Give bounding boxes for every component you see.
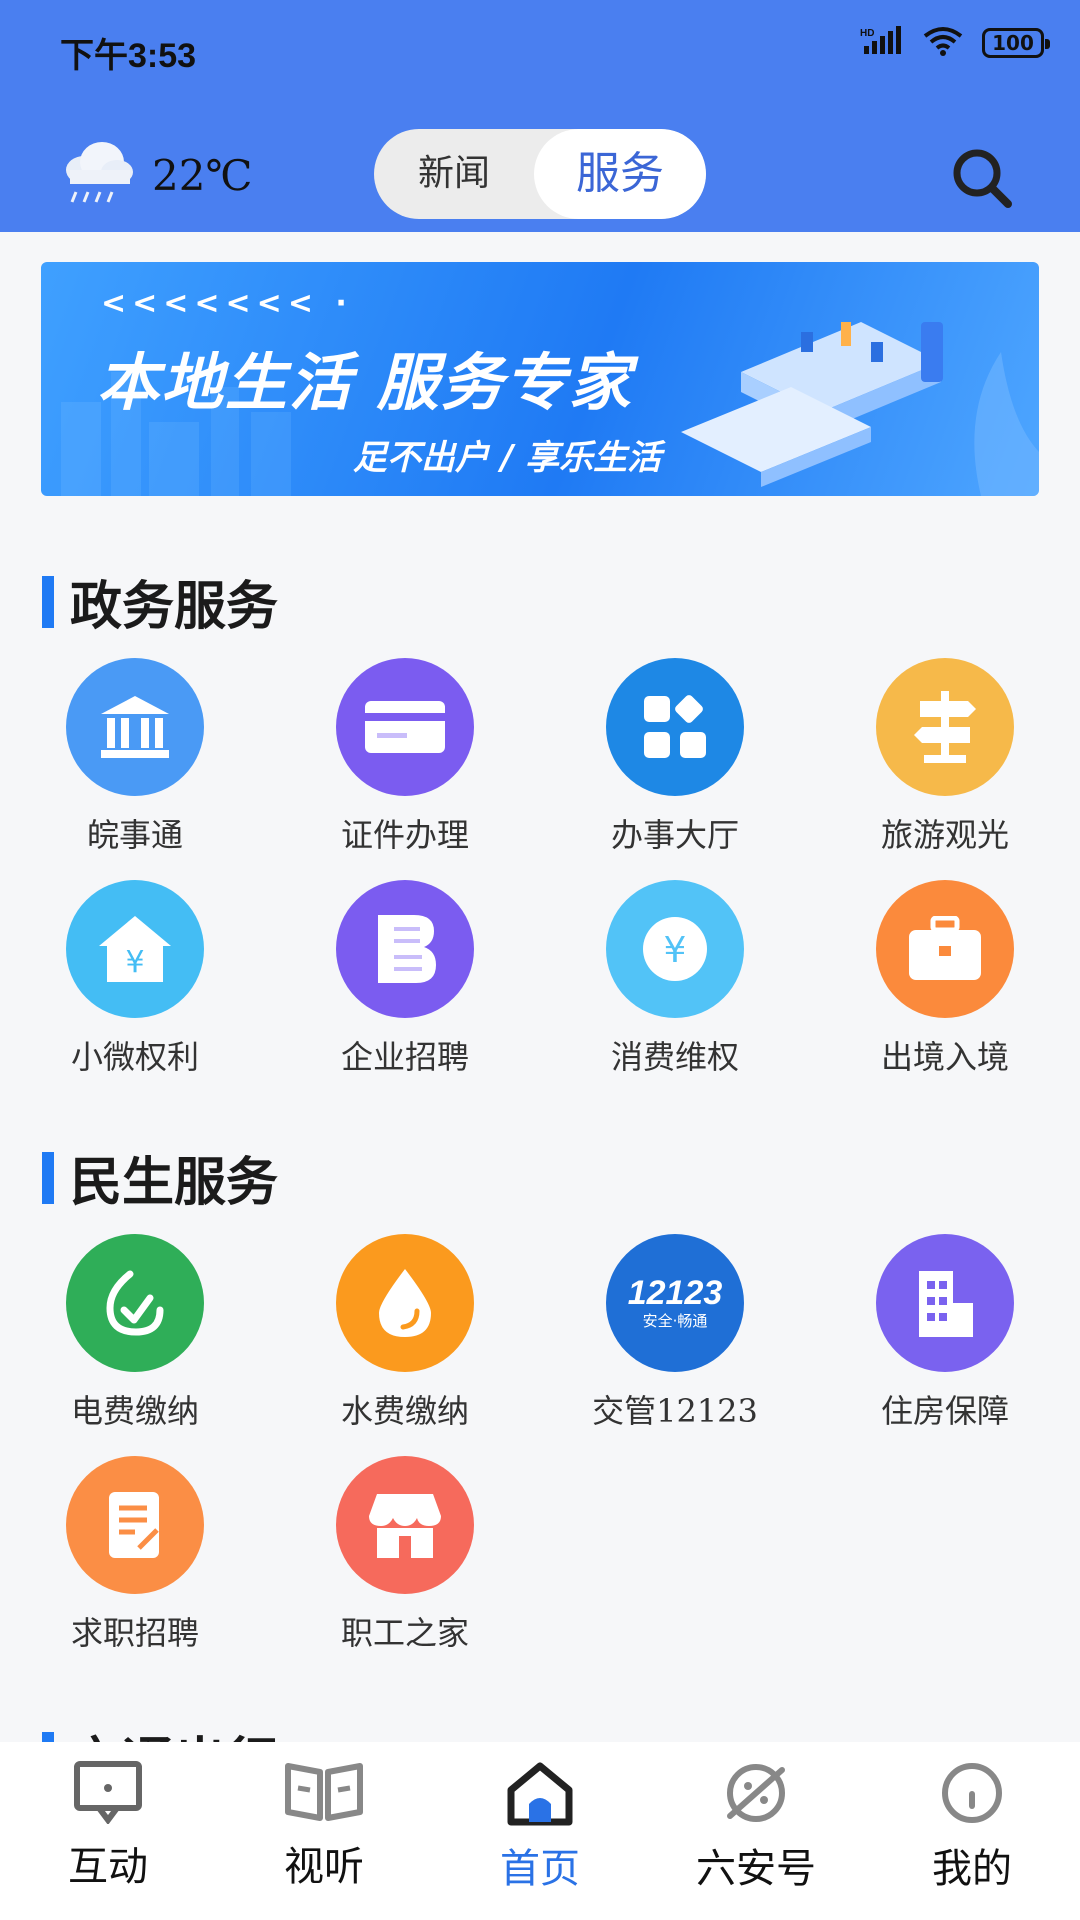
battery-indicator: 100 — [982, 28, 1050, 58]
search-button[interactable] — [950, 146, 1014, 214]
service-label: 求职招聘 — [70, 1614, 199, 1652]
service-exit-entry[interactable]: 出境入境 — [810, 880, 1080, 1078]
service-tourism[interactable]: 旅游观光 — [810, 658, 1080, 856]
house-yen-icon: ¥ — [66, 880, 204, 1018]
news-service-switch: 新闻 服务 — [374, 129, 706, 219]
promo-banner[interactable]: <<<<<<< · 本地生活 服务专家 足不出户 / 享乐生活 — [41, 262, 1039, 496]
signal-icon: HD — [860, 26, 904, 60]
service-label: 交管12123 — [592, 1392, 758, 1430]
signpost-icon — [876, 658, 1014, 796]
banner-subtitle: 足不出户 / 享乐生活 — [353, 438, 662, 478]
tab-news[interactable]: 新闻 — [374, 129, 534, 219]
service-consumer-rights[interactable]: ¥ 消费维权 — [540, 880, 810, 1078]
service-service-hall[interactable]: 办事大厅 — [540, 658, 810, 856]
nav-home[interactable]: 首页 — [450, 1760, 630, 1894]
service-label: 出境入境 — [880, 1038, 1009, 1076]
tab-service[interactable]: 服务 — [534, 129, 706, 219]
nav-label: 互动 — [68, 1844, 148, 1890]
section-title-transport: 交通出行 — [42, 1720, 442, 1742]
section-title-row: 交通出行 — [42, 1720, 278, 1742]
service-label: 职工之家 — [340, 1614, 469, 1652]
nav-profile[interactable]: 我的 — [882, 1760, 1062, 1894]
card-icon — [336, 658, 474, 796]
nav-liuan-account[interactable]: 六安号 — [666, 1760, 846, 1894]
service-housing[interactable]: 住房保障 — [810, 1234, 1080, 1432]
service-label: 企业招聘 — [340, 1038, 469, 1076]
section-accent-bar — [42, 1151, 54, 1204]
nav-label: 首页 — [500, 1846, 580, 1892]
logo-subtext: 安全·畅通 — [642, 1312, 708, 1330]
weather-widget[interactable]: 22℃ — [62, 138, 252, 212]
building-icon — [876, 1234, 1014, 1372]
yen-icon: ¥ — [606, 880, 744, 1018]
briefcase-icon — [876, 880, 1014, 1018]
section-title-text: 政务服务 — [70, 576, 279, 637]
service-label: 小微权利 — [70, 1038, 199, 1076]
service-enterprise-recruit[interactable]: 企业招聘 — [270, 880, 540, 1078]
weather-temperature: 22℃ — [152, 150, 253, 200]
service-label: 消费维权 — [610, 1038, 739, 1076]
book-icon — [284, 1763, 364, 1828]
section-title-text: 民生服务 — [70, 1152, 279, 1213]
service-micro-rights[interactable]: ¥ 小微权利 — [0, 880, 270, 1078]
planet-icon — [720, 1764, 792, 1830]
section-title-text: 交通出行 — [70, 1720, 278, 1742]
nav-label: 我的 — [932, 1846, 1012, 1892]
section-accent-bar — [42, 1731, 54, 1742]
service-label: 办事大厅 — [610, 816, 739, 854]
section-title-livelihood: 民生服务 — [42, 1140, 278, 1215]
status-icons: HD 100 — [860, 26, 1050, 60]
section-accent-bar — [42, 575, 54, 628]
shop-icon — [336, 1456, 474, 1594]
service-workers-home[interactable]: 职工之家 — [270, 1456, 540, 1654]
document-icon — [336, 880, 474, 1018]
nav-label: 六安号 — [696, 1846, 816, 1892]
banner-chevrons: <<<<<<< · — [101, 286, 353, 321]
app-header: 下午3:53 HD 100 22℃ 新闻 服务 — [0, 0, 1080, 232]
service-electricity-bill[interactable]: 电费缴纳 — [0, 1234, 270, 1432]
nav-label: 视听 — [284, 1844, 364, 1890]
home-icon — [505, 1762, 575, 1830]
logo-text: 12123 — [627, 1274, 723, 1312]
chat-board-icon — [73, 1761, 143, 1828]
service-wanshitong[interactable]: 皖事通 — [0, 658, 270, 856]
svg-text:HD: HD — [860, 28, 874, 39]
service-id-documents[interactable]: 证件办理 — [270, 658, 540, 856]
profile-icon — [939, 1763, 1005, 1830]
bank-icon — [66, 658, 204, 796]
svg-text:¥: ¥ — [664, 930, 687, 971]
status-time: 下午3:53 — [60, 37, 197, 75]
nav-media[interactable]: 视听 — [234, 1760, 414, 1892]
service-traffic-12123[interactable]: 12123 安全·畅通 交管12123 — [540, 1234, 810, 1432]
section-title-gov: 政务服务 — [42, 564, 278, 639]
water-drop-icon — [336, 1234, 474, 1372]
service-label: 旅游观光 — [880, 816, 1009, 854]
grid-icon — [606, 658, 744, 796]
electric-icon — [66, 1234, 204, 1372]
wifi-icon — [922, 26, 964, 60]
svg-text:¥: ¥ — [125, 945, 144, 980]
traffic-12123-icon: 12123 安全·畅通 — [606, 1234, 744, 1372]
service-label: 证件办理 — [340, 816, 469, 854]
rain-cloud-icon — [62, 138, 136, 212]
service-label: 皖事通 — [86, 816, 183, 854]
service-label: 住房保障 — [880, 1392, 1009, 1430]
service-label: 水费缴纳 — [340, 1392, 469, 1430]
search-icon — [950, 149, 1014, 214]
banner-title: 本地生活 服务专家 — [97, 346, 633, 419]
bottom-navigation: 互动 视听 首页 六安号 我的 — [0, 1742, 1080, 1920]
service-job-seeking[interactable]: 求职招聘 — [0, 1456, 270, 1654]
service-label: 电费缴纳 — [70, 1392, 199, 1430]
service-water-bill[interactable]: 水费缴纳 — [270, 1234, 540, 1432]
nav-interaction[interactable]: 互动 — [18, 1760, 198, 1892]
resume-icon — [66, 1456, 204, 1594]
